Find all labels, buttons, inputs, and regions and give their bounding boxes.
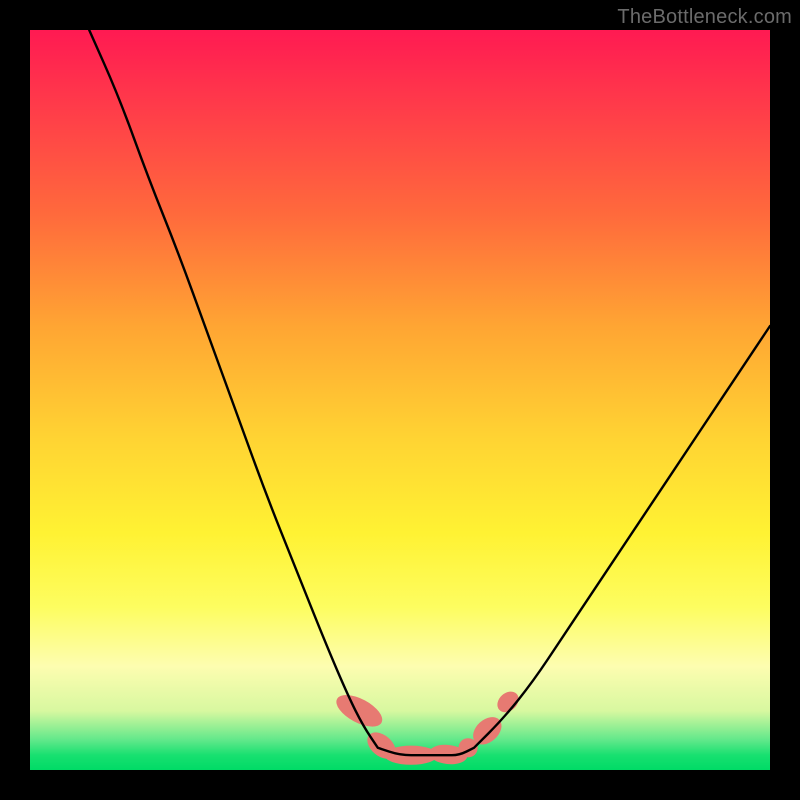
- bottleneck-curve: [89, 30, 770, 755]
- chart-frame: TheBottleneck.com: [0, 0, 800, 800]
- watermark-text: TheBottleneck.com: [617, 6, 792, 29]
- curve-svg: [30, 30, 770, 770]
- plot-area: [30, 30, 770, 770]
- salmon-blob: [332, 689, 388, 733]
